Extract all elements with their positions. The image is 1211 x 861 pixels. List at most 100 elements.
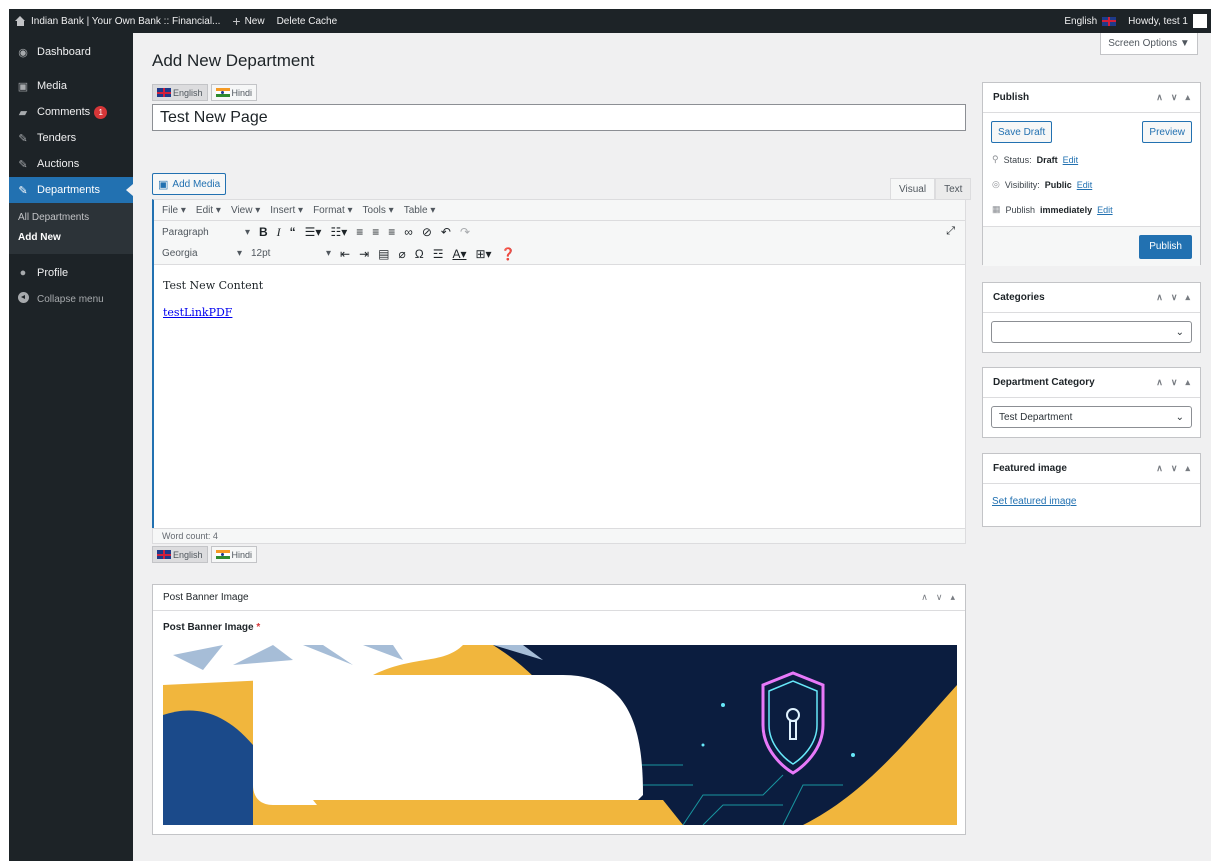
edit-schedule-link[interactable]: Edit <box>1097 205 1113 215</box>
lang-tab-hindi[interactable]: Hindi <box>210 546 258 563</box>
text-color-icon[interactable]: A▾ <box>452 247 466 261</box>
word-count: Word count: 4 <box>152 528 966 544</box>
help-icon[interactable]: ❓ <box>501 247 516 261</box>
move-down-icon[interactable]: ∨ <box>936 592 943 603</box>
paste-text-icon[interactable]: ▤ <box>378 247 389 261</box>
toggle-icon[interactable]: ▴ <box>1185 377 1190 388</box>
move-up-icon[interactable]: ∧ <box>921 592 928 603</box>
publish-button[interactable]: Publish <box>1139 234 1192 259</box>
save-draft-button[interactable]: Save Draft <box>991 121 1053 143</box>
banner-image[interactable] <box>163 645 957 825</box>
lang-tab-english[interactable]: English <box>152 546 208 563</box>
content-link[interactable]: testLinkPDF <box>163 306 232 319</box>
avatar <box>1193 14 1207 28</box>
post-title-input[interactable] <box>152 104 966 131</box>
post-banner-postbox: Post Banner Image ∧ ∨ ▴ Post Banner Imag… <box>152 584 966 835</box>
site-name-link[interactable]: Indian Bank | Your Own Bank :: Financial… <box>9 9 226 33</box>
admin-sidebar: ◉ Dashboard ▣ Media ▰ Comments 1 ✎ Tende… <box>9 33 133 861</box>
edit-status-link[interactable]: Edit <box>1063 155 1079 165</box>
table-icon[interactable]: ⊞▾ <box>475 247 491 261</box>
menu-view[interactable]: View ▾ <box>231 205 260 216</box>
new-content-link[interactable]: + New <box>226 9 270 33</box>
menu-table[interactable]: Table ▾ <box>404 205 436 216</box>
move-down-icon[interactable]: ∨ <box>1171 377 1178 388</box>
indent-icon[interactable]: ⇥ <box>359 247 369 261</box>
sidebar-item-tenders[interactable]: ✎ Tenders <box>9 125 133 151</box>
preview-button[interactable]: Preview <box>1142 121 1192 143</box>
sidebar-item-profile[interactable]: ● Profile <box>9 260 133 286</box>
editor-content[interactable]: Test New Content testLinkPDF <box>154 265 965 347</box>
visibility-row: ◎ Visibility: Public Edit <box>983 172 1200 197</box>
delete-cache-link[interactable]: Delete Cache <box>271 9 344 33</box>
my-account-link[interactable]: Howdy, test 1 <box>1122 9 1211 33</box>
sidebar-item-media[interactable]: ▣ Media <box>9 73 133 99</box>
editor-language-tabs: English Hindi <box>152 546 258 563</box>
india-flag-icon <box>215 88 230 97</box>
move-up-icon[interactable]: ∧ <box>1156 377 1163 388</box>
visibility-label: Visibility: <box>1004 179 1040 190</box>
banner-field-label: Post Banner Image * <box>153 611 965 640</box>
submenu-add-new[interactable]: Add New <box>9 228 133 248</box>
align-left-icon[interactable]: ≡ <box>356 225 363 239</box>
undo-icon[interactable]: ↶ <box>441 225 451 239</box>
tab-text[interactable]: Text <box>935 178 972 200</box>
add-media-button[interactable]: ▣ Add Media <box>152 173 227 195</box>
banner-label-text: Post Banner Image <box>163 622 254 633</box>
lang-tab-english[interactable]: English <box>152 84 208 101</box>
submenu-all-departments[interactable]: All Departments <box>9 208 133 228</box>
align-right-icon[interactable]: ≡ <box>388 225 395 239</box>
sidebar-item-dashboard[interactable]: ◉ Dashboard <box>9 39 133 65</box>
lang-tab-hindi[interactable]: Hindi <box>210 84 258 101</box>
menu-file[interactable]: File ▾ <box>162 205 186 216</box>
sidebar-item-departments[interactable]: ✎ Departments <box>9 177 133 203</box>
title-language-tabs: English Hindi <box>152 84 258 101</box>
move-up-icon[interactable]: ∧ <box>1156 463 1163 474</box>
tab-visual[interactable]: Visual <box>890 178 936 200</box>
sidebar-item-auctions[interactable]: ✎ Auctions <box>9 151 133 177</box>
redo-icon[interactable]: ↷ <box>460 225 470 239</box>
horizontal-line-icon[interactable]: ☲ <box>433 247 444 261</box>
menu-format[interactable]: Format ▾ <box>313 205 352 216</box>
unlink-icon[interactable]: ⊘ <box>422 225 432 239</box>
menu-tools[interactable]: Tools ▾ <box>363 205 394 216</box>
font-size-select[interactable]: 12pt ▾ <box>251 248 331 259</box>
menu-edit[interactable]: Edit ▾ <box>196 205 221 216</box>
clear-format-icon[interactable]: ⌀ <box>398 247 405 261</box>
comment-icon: ▰ <box>18 106 28 119</box>
toggle-icon[interactable]: ▴ <box>1185 92 1190 103</box>
align-center-icon[interactable]: ≡ <box>372 225 379 239</box>
set-featured-image-link[interactable]: Set featured image <box>992 496 1077 507</box>
sidebar-item-comments[interactable]: ▰ Comments 1 <box>9 99 133 125</box>
screen-options-button[interactable]: Screen Options ▼ <box>1100 33 1198 55</box>
move-up-icon[interactable]: ∧ <box>1156 292 1163 303</box>
language-switcher[interactable]: English <box>1058 9 1122 33</box>
format-select[interactable]: Paragraph ▾ <box>162 227 250 238</box>
fullscreen-icon[interactable]: ⤢ <box>946 225 955 238</box>
lang-tab-label: English <box>173 87 203 98</box>
move-down-icon[interactable]: ∨ <box>1171 92 1178 103</box>
menu-insert[interactable]: Insert ▾ <box>270 205 303 216</box>
move-up-icon[interactable]: ∧ <box>1156 92 1163 103</box>
postbox-header: Categories ∧ ∨ ▴ <box>983 283 1200 313</box>
toggle-icon[interactable]: ▴ <box>1185 292 1190 303</box>
collapse-menu-button[interactable]: Collapse menu <box>9 286 133 312</box>
outdent-icon[interactable]: ⇤ <box>340 247 350 261</box>
department-category-select[interactable]: Test Department ⌄ <box>991 406 1192 428</box>
toggle-icon[interactable]: ▴ <box>1185 463 1190 474</box>
move-down-icon[interactable]: ∨ <box>1171 463 1178 474</box>
link-icon[interactable]: ∞ <box>404 225 413 239</box>
categories-select[interactable]: ⌄ <box>991 321 1192 343</box>
move-down-icon[interactable]: ∨ <box>1171 292 1178 303</box>
blockquote-icon[interactable]: “ <box>290 225 296 239</box>
numbered-list-icon[interactable]: ☷▾ <box>330 225 347 239</box>
bold-icon[interactable]: B <box>259 225 268 239</box>
font-family-select[interactable]: Georgia ▾ <box>162 248 242 259</box>
status-row: ⚲ Status: Draft Edit <box>983 147 1200 172</box>
schedule-label: Publish <box>1005 204 1036 215</box>
italic-icon[interactable]: I <box>277 225 281 240</box>
edit-visibility-link[interactable]: Edit <box>1077 180 1093 190</box>
bullet-list-icon[interactable]: ☰▾ <box>305 225 322 239</box>
postbox-header: Featured image ∧ ∨ ▴ <box>983 454 1200 484</box>
toggle-icon[interactable]: ▴ <box>950 592 955 603</box>
special-char-icon[interactable]: Ω <box>415 247 424 261</box>
